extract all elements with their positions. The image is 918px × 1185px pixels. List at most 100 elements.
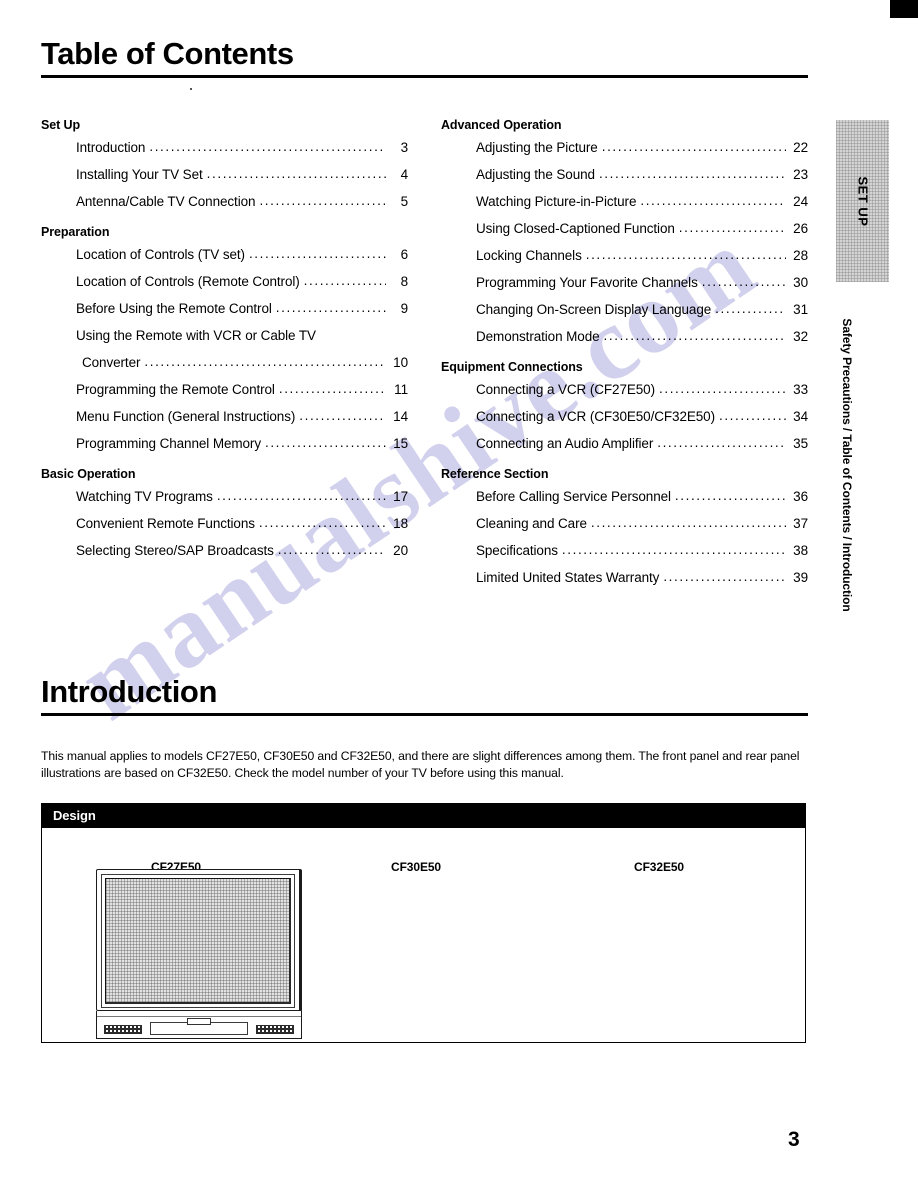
introduction-title: Introduction bbox=[41, 674, 217, 709]
toc-entry[interactable]: Connecting a VCR (CF30E50/CF32E50)......… bbox=[476, 403, 808, 430]
toc-leader-dots: ........................................… bbox=[258, 515, 386, 530]
toc-entry-page: 37 bbox=[793, 516, 808, 531]
toc-entry[interactable]: Menu Function (General Instructions)....… bbox=[76, 403, 408, 430]
toc-entry[interactable]: Converter...............................… bbox=[82, 349, 408, 376]
toc-leader-dots: ........................................… bbox=[598, 166, 786, 181]
toc-entry-label: Menu Function (General Instructions) bbox=[76, 409, 296, 424]
toc-entry[interactable]: Before Calling Service Personnel........… bbox=[476, 483, 808, 510]
toc-entry[interactable]: Installing Your TV Set..................… bbox=[76, 161, 408, 188]
sidebar-tab-label: SET UP bbox=[855, 176, 870, 226]
toc-leader-dots: ........................................… bbox=[216, 488, 386, 503]
toc-entry[interactable]: Changing On-Screen Display Language.....… bbox=[476, 296, 808, 323]
toc-entry-page: 4 bbox=[400, 167, 409, 182]
toc-entry[interactable]: Using Closed-Captioned Function.........… bbox=[476, 215, 808, 242]
toc-leader-dots: ........................................… bbox=[640, 193, 786, 208]
design-box: Design CF27E50 CF30E50 CF32E50 bbox=[41, 803, 806, 1043]
toc-entry-page: 22 bbox=[793, 140, 808, 155]
toc-leader-dots: ........................................… bbox=[718, 408, 786, 423]
toc-entry[interactable]: Watching TV Programs....................… bbox=[76, 483, 408, 510]
toc-leader-dots: ........................................… bbox=[659, 381, 786, 396]
manual-page: manualshive.com Table of Contents Set Up… bbox=[0, 0, 918, 1185]
design-box-title: Design bbox=[42, 804, 805, 828]
toc-entry-label: Selecting Stereo/SAP Broadcasts bbox=[76, 543, 274, 558]
toc-entry-page: 32 bbox=[793, 329, 808, 344]
toc-entry-page: 9 bbox=[400, 301, 409, 316]
toc-title-rule bbox=[41, 75, 808, 78]
toc-column-right: Advanced Operation Adjusting the Picture.… bbox=[441, 118, 808, 591]
toc-entry-label: Antenna/Cable TV Connection bbox=[76, 194, 256, 209]
toc-leader-dots: ........................................… bbox=[585, 247, 786, 262]
toc-entry-page: 38 bbox=[793, 543, 808, 558]
toc-entry[interactable]: Using the Remote with VCR or Cable TV bbox=[76, 322, 408, 349]
toc-entry-page: 31 bbox=[793, 302, 808, 317]
toc-group-title: Basic Operation bbox=[41, 467, 136, 481]
toc-leader-dots: ........................................… bbox=[561, 542, 786, 557]
toc-entry[interactable]: Before Using the Remote Control.........… bbox=[76, 295, 408, 322]
toc-entry-label: Using the Remote with VCR or Cable TV bbox=[76, 328, 316, 343]
toc-entry[interactable]: Adjusting the Sound.....................… bbox=[476, 161, 808, 188]
toc-leader-dots: ........................................… bbox=[601, 139, 786, 154]
toc-group-title: Preparation bbox=[41, 225, 110, 239]
toc-entry-page: 3 bbox=[400, 140, 409, 155]
toc-entry[interactable]: Locking Channels........................… bbox=[476, 242, 808, 269]
toc-entry[interactable]: Selecting Stereo/SAP Broadcasts.........… bbox=[76, 537, 408, 564]
tv-model-label: CF30E50 bbox=[391, 860, 441, 874]
toc-entry-label: Connecting an Audio Amplifier bbox=[476, 436, 654, 451]
toc-entry-page: 28 bbox=[793, 248, 808, 263]
toc-entry-label: Before Using the Remote Control bbox=[76, 301, 272, 316]
toc-entry-page: 6 bbox=[400, 247, 409, 262]
tv-base-seam bbox=[97, 1016, 301, 1017]
toc-entry-label: Installing Your TV Set bbox=[76, 167, 203, 182]
toc-entry[interactable]: Antenna/Cable TV Connection.............… bbox=[76, 188, 408, 215]
toc-leader-dots: ........................................… bbox=[248, 246, 386, 261]
toc-leader-dots: ........................................… bbox=[149, 139, 386, 154]
toc-entry[interactable]: Location of Controls (Remote Control)...… bbox=[76, 268, 408, 295]
toc-entry[interactable]: Connecting an Audio Amplifier...........… bbox=[476, 430, 808, 457]
toc-entry[interactable]: Specifications..........................… bbox=[476, 537, 808, 564]
sidebar-tab-setup: SET UP bbox=[836, 120, 889, 282]
toc-group-title: Reference Section bbox=[441, 467, 549, 481]
toc-entry-label: Adjusting the Sound bbox=[476, 167, 595, 182]
tv-illustration-cf27e50: CF27E50 bbox=[48, 828, 304, 874]
toc-entry-label: Introduction bbox=[76, 140, 146, 155]
toc-entry-page: 35 bbox=[793, 436, 808, 451]
toc-leader-dots: ........................................… bbox=[303, 273, 386, 288]
toc-entry-page: 10 bbox=[393, 355, 408, 370]
toc-entry[interactable]: Programming Channel Memory..............… bbox=[76, 430, 408, 457]
toc-entry[interactable]: Introduction............................… bbox=[76, 134, 408, 161]
toc-entry-label: Cleaning and Care bbox=[476, 516, 587, 531]
toc-entry-label: Limited United States Warranty bbox=[476, 570, 660, 585]
toc-entry-page: 17 bbox=[393, 489, 408, 504]
tv-illustration-cf30e50: CF30E50 bbox=[290, 828, 542, 874]
scan-artifact-dot bbox=[190, 88, 192, 90]
sidebar-section-caption: Safety Precautions / Table of Contents /… bbox=[836, 292, 858, 637]
toc-entry-label: Demonstration Mode bbox=[476, 329, 600, 344]
toc-entry-label: Adjusting the Picture bbox=[476, 140, 598, 155]
tv-bezel bbox=[101, 874, 295, 1008]
toc-entry[interactable]: Watching Picture-in-Picture.............… bbox=[476, 188, 808, 215]
tv-speaker-grille-left bbox=[104, 1025, 142, 1034]
tv-drawing-cf32e50 bbox=[96, 869, 302, 1039]
toc-entry-page: 26 bbox=[793, 221, 808, 236]
sidebar-caption-label: Safety Precautions / Table of Contents /… bbox=[840, 317, 854, 612]
toc-entry-page: 15 bbox=[393, 436, 408, 451]
toc-leader-dots: ........................................… bbox=[206, 166, 386, 181]
toc-entry[interactable]: Adjusting the Picture...................… bbox=[476, 134, 808, 161]
toc-entry[interactable]: Limited United States Warranty..........… bbox=[476, 564, 808, 591]
toc-entry[interactable]: Programming Your Favorite Channels......… bbox=[476, 269, 808, 296]
toc-entry-page: 8 bbox=[400, 274, 409, 289]
toc-entry[interactable]: Cleaning and Care.......................… bbox=[476, 510, 808, 537]
toc-leader-dots: ........................................… bbox=[674, 488, 786, 503]
toc-entry[interactable]: Demonstration Mode......................… bbox=[476, 323, 808, 350]
toc-entry-label: Watching Picture-in-Picture bbox=[476, 194, 637, 209]
toc-entry[interactable]: Convenient Remote Functions.............… bbox=[76, 510, 408, 537]
toc-entry[interactable]: Location of Controls (TV set)...........… bbox=[76, 241, 408, 268]
toc-leader-dots: ........................................… bbox=[264, 435, 386, 450]
toc-leader-dots: ........................................… bbox=[144, 354, 386, 369]
toc-entry[interactable]: Connecting a VCR (CF27E50)..............… bbox=[476, 376, 808, 403]
toc-entry[interactable]: Programming the Remote Control..........… bbox=[76, 376, 408, 403]
toc-entry-page: 33 bbox=[793, 382, 808, 397]
toc-entry-label: Using Closed-Captioned Function bbox=[476, 221, 675, 236]
toc-leader-dots: ........................................… bbox=[277, 542, 386, 557]
toc-entry-page: 30 bbox=[793, 275, 808, 290]
